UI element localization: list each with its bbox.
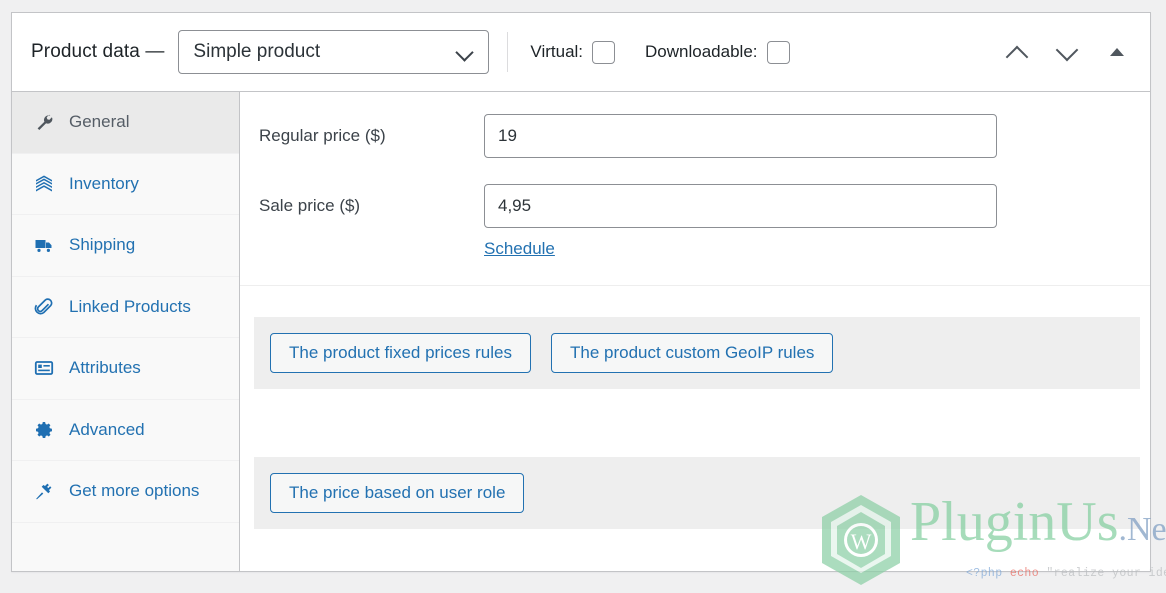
product-type-value: Simple product [193, 41, 321, 62]
downloadable-checkbox[interactable] [766, 40, 790, 64]
sidebar-item-linked-products[interactable]: Linked Products [12, 277, 239, 338]
virtual-checkbox-group: Virtual: [530, 40, 616, 64]
downloadable-label: Downloadable: [645, 42, 758, 61]
metabox-header: Product data — Simple product Virtual: D… [12, 13, 1150, 92]
paperclip-icon [33, 296, 55, 318]
sale-price-input[interactable] [484, 184, 997, 228]
gear-icon [33, 419, 55, 441]
metabox-body: General Inventory Shipping Linked Produc… [12, 92, 1150, 571]
product-data-tabs: General Inventory Shipping Linked Produc… [12, 92, 240, 571]
sale-price-row: Sale price ($) Schedule [240, 184, 1150, 259]
price-based-on-user-role-button[interactable]: The price based on user role [270, 473, 525, 513]
pricing-section: Regular price ($) Sale price ($) Schedul… [240, 92, 1150, 259]
sidebar-item-label: General [69, 112, 130, 132]
virtual-label: Virtual: [530, 42, 584, 61]
sidebar-item-general[interactable]: General [12, 92, 239, 154]
product-custom-geoip-rules-button[interactable]: The product custom GeoIP rules [551, 333, 834, 373]
metabox-order-actions [1000, 35, 1134, 69]
truck-icon [33, 234, 55, 256]
page-title: Product data — [31, 41, 165, 62]
sidebar-item-get-more-options[interactable]: Get more options [12, 461, 239, 523]
sidebar-item-label: Attributes [69, 358, 141, 378]
sidebar-item-shipping[interactable]: Shipping [12, 215, 239, 277]
sidebar-item-inventory[interactable]: Inventory [12, 154, 239, 215]
sidebar-item-label: Linked Products [69, 296, 191, 316]
product-type-select[interactable]: Simple product [178, 30, 490, 74]
fixed-price-rules-band: The product fixed prices rules The produ… [254, 317, 1140, 389]
downloadable-checkbox-group: Downloadable: [645, 40, 790, 64]
sidebar-item-attributes[interactable]: Attributes [12, 338, 239, 400]
sidebar-item-label: Advanced [69, 419, 145, 439]
schedule-link[interactable]: Schedule [484, 239, 555, 259]
user-role-price-band: The price based on user role [254, 457, 1140, 529]
sale-price-label: Sale price ($) [259, 196, 361, 215]
chevron-down-icon[interactable] [1050, 35, 1084, 69]
chevron-down-icon [456, 43, 474, 61]
header-divider [507, 32, 509, 72]
regular-price-label: Regular price ($) [259, 126, 386, 145]
triangle-up-icon[interactable] [1100, 35, 1134, 69]
chevron-up-icon[interactable] [1000, 35, 1034, 69]
sidebar-item-label: Shipping [69, 235, 136, 255]
general-tab-panel: Regular price ($) Sale price ($) Schedul… [240, 92, 1150, 571]
plug-icon [33, 480, 55, 502]
archive-box-icon [33, 173, 55, 195]
product-fixed-prices-rules-button[interactable]: The product fixed prices rules [270, 333, 531, 373]
sidebar-item-label: Get more options [69, 481, 200, 501]
section-divider [240, 285, 1150, 286]
regular-price-input[interactable] [484, 114, 997, 158]
wrench-icon [33, 111, 55, 133]
virtual-checkbox[interactable] [592, 40, 616, 64]
sale-price-col: Schedule [484, 184, 997, 259]
sidebar-item-label: Inventory [69, 173, 139, 193]
regular-price-row: Regular price ($) [240, 114, 1150, 158]
list-card-icon [33, 357, 55, 379]
product-data-metabox: Product data — Simple product Virtual: D… [11, 12, 1151, 572]
sidebar-item-advanced[interactable]: Advanced [12, 400, 239, 461]
